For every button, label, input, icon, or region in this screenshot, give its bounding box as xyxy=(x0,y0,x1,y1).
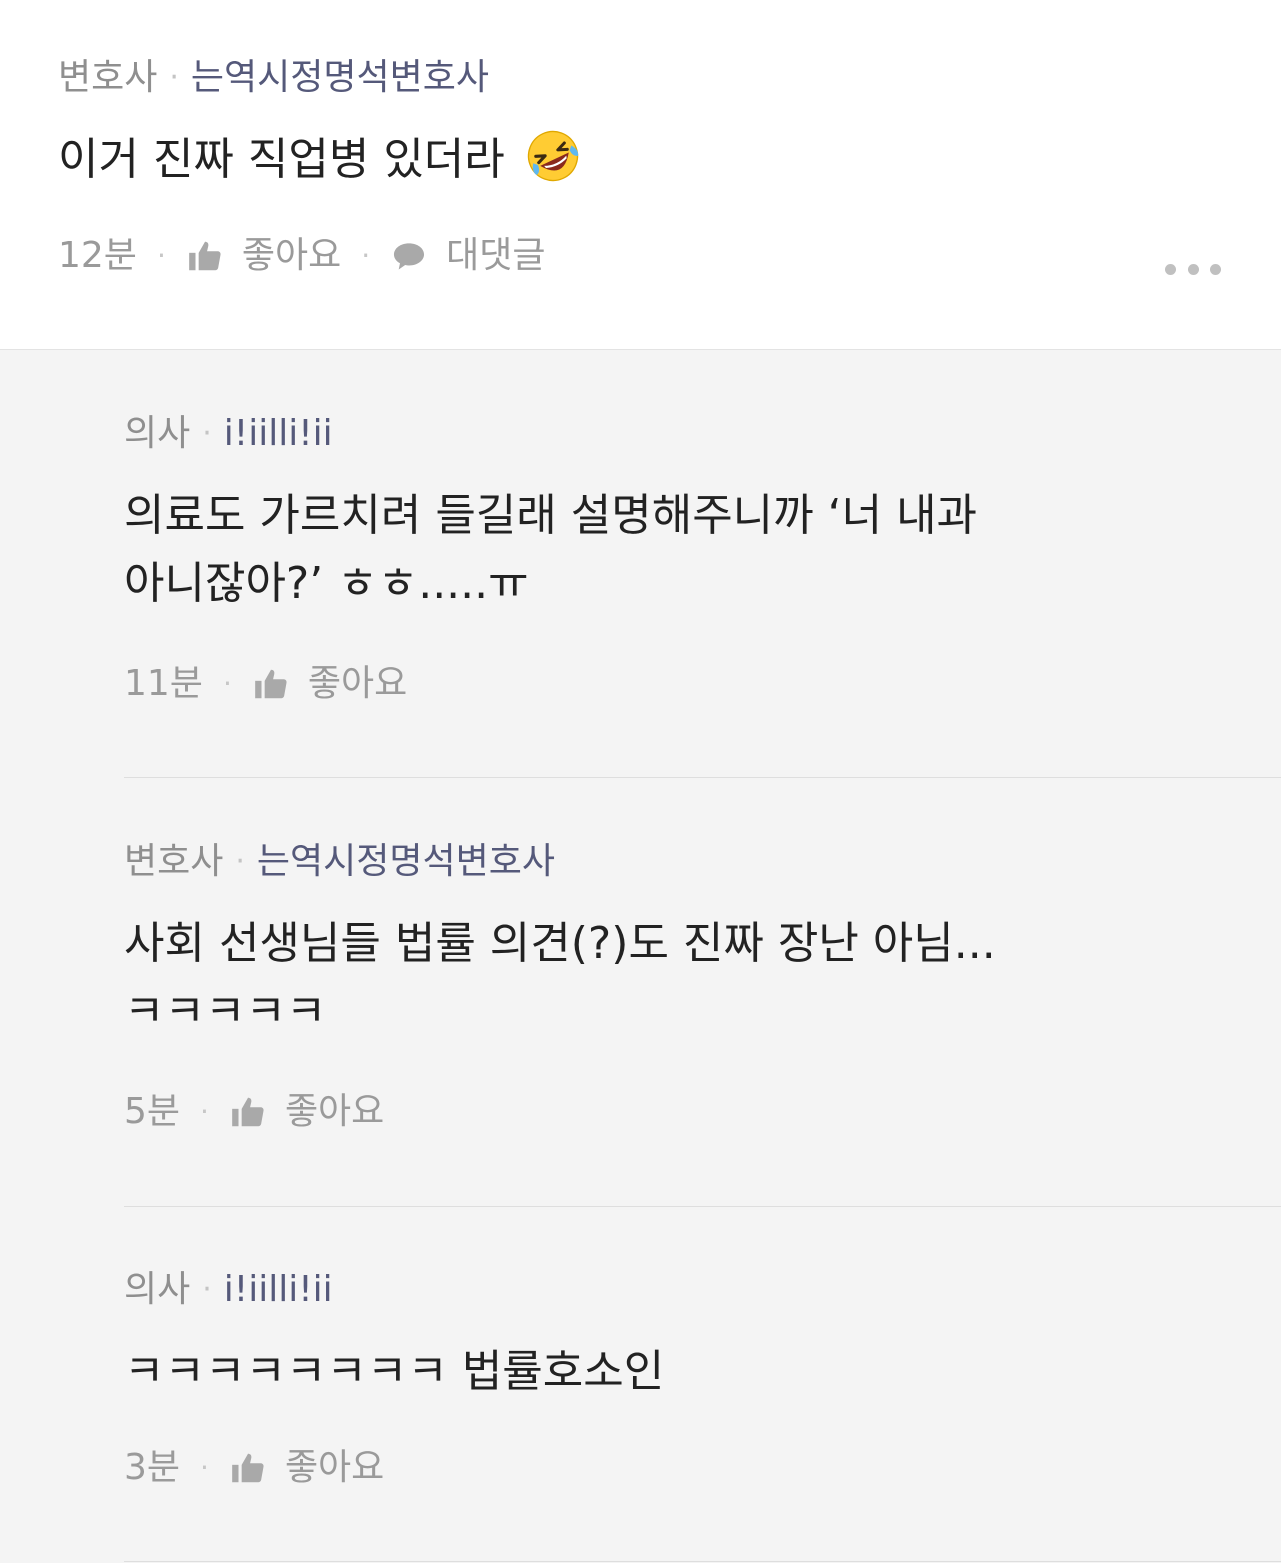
more-dot xyxy=(1187,263,1199,275)
separator-dot: · xyxy=(200,1095,209,1128)
reply-author[interactable]: 의사 · i!iilli!ii xyxy=(124,412,333,456)
comment-author[interactable]: 변호사 · 는역시정명석변호사 xyxy=(58,56,489,100)
reply-text-line: ㅋㅋㅋㅋㅋㅋㅋㅋ 법률호소인 xyxy=(124,1346,665,1397)
divider xyxy=(124,777,1281,778)
reply-text: 의료도 가르치려 들길래 설명해주니까 ‘너 내과 아니잖아?’ ㅎㅎ.....… xyxy=(124,482,1084,618)
author-role: 변호사 xyxy=(58,57,158,98)
separator-dot: · xyxy=(235,844,245,879)
author-name[interactable]: 는역시정명석변호사 xyxy=(257,840,555,884)
like-button[interactable]: 좋아요 xyxy=(229,1446,384,1490)
reply-text: 사회 선생님들 법률 의견(?)도 진짜 장난 아님... ㅋㅋㅋㅋㅋ xyxy=(124,910,1084,1046)
comment-meta: 12분 · 좋아요 · 대댓글 xyxy=(58,234,546,278)
comment-item: 변호사 · 는역시정명석변호사 이거 진짜 직업병 있더라 12분 · 좋아요 … xyxy=(0,0,1281,350)
author-role: 변호사 xyxy=(124,841,224,882)
reply-time: 11분 xyxy=(124,663,203,704)
reply-meta: 11분 · 좋아요 xyxy=(124,662,407,706)
speech-bubble-icon xyxy=(394,243,425,270)
like-label: 좋아요 xyxy=(284,1091,385,1132)
like-button[interactable]: 좋아요 xyxy=(186,234,341,278)
reply-text-line: 아니잖아?’ ㅎㅎ.....ㅠ xyxy=(124,558,529,609)
more-dot xyxy=(1165,263,1176,275)
reply-text-line: 의료도 가르치려 들길래 설명해주니까 ‘너 내과 xyxy=(124,490,978,541)
more-dot xyxy=(1210,263,1221,275)
author-role: 의사 xyxy=(124,413,191,454)
separator-dot: · xyxy=(200,1451,209,1484)
like-button[interactable]: 좋아요 xyxy=(252,662,407,706)
reply-meta: 3분 · 좋아요 xyxy=(124,1446,384,1490)
reply-author[interactable]: 변호사 · 는역시정명석변호사 xyxy=(124,840,555,884)
thumbs-up-icon xyxy=(255,669,287,699)
reply-time: 3분 xyxy=(124,1447,181,1488)
thumbs-up-icon xyxy=(232,1097,264,1127)
divider xyxy=(124,1561,1281,1562)
reply-text-line: ㅋㅋㅋㅋㅋ xyxy=(124,986,327,1037)
rolling-on-floor-laughing-emoji xyxy=(527,130,578,182)
more-options-button[interactable] xyxy=(1165,255,1221,283)
comment-text: 이거 진짜 직업병 있더라 xyxy=(58,126,1018,194)
separator-dot: · xyxy=(202,416,212,451)
thumbs-up-icon xyxy=(232,1453,264,1483)
thumbs-up-icon xyxy=(189,241,221,271)
comment-time: 12분 xyxy=(58,235,137,276)
like-label: 좋아요 xyxy=(284,1447,385,1488)
author-role: 의사 xyxy=(124,1269,191,1310)
reply-time: 5분 xyxy=(124,1091,181,1132)
reply-text: ㅋㅋㅋㅋㅋㅋㅋㅋ 법률호소인 xyxy=(124,1338,1084,1406)
like-label: 좋아요 xyxy=(307,663,408,704)
author-name[interactable]: i!iilli!ii xyxy=(224,1268,333,1312)
like-label: 좋아요 xyxy=(241,235,342,276)
reply-label: 대댓글 xyxy=(446,235,546,276)
comment-thread: 변호사 · 는역시정명석변호사 이거 진짜 직업병 있더라 12분 · 좋아요 … xyxy=(0,0,1281,1563)
like-button[interactable]: 좋아요 xyxy=(229,1090,384,1134)
reply-text-line: 사회 선생님들 법률 의견(?)도 진짜 장난 아님... xyxy=(124,918,996,969)
separator-dot: · xyxy=(202,1272,212,1307)
comment-text-content: 이거 진짜 직업병 있더라 xyxy=(58,134,505,185)
separator-dot: · xyxy=(222,667,232,700)
reply-button[interactable]: 대댓글 xyxy=(390,234,546,278)
author-name[interactable]: i!iilli!ii xyxy=(224,412,333,456)
separator-dot: · xyxy=(156,239,166,272)
divider xyxy=(124,1206,1281,1207)
reply-meta: 5분 · 좋아요 xyxy=(124,1090,384,1134)
author-name[interactable]: 는역시정명석변호사 xyxy=(191,56,489,100)
separator-dot: · xyxy=(361,239,371,272)
separator-dot: · xyxy=(169,60,179,95)
reply-author[interactable]: 의사 · i!iilli!ii xyxy=(124,1268,333,1312)
